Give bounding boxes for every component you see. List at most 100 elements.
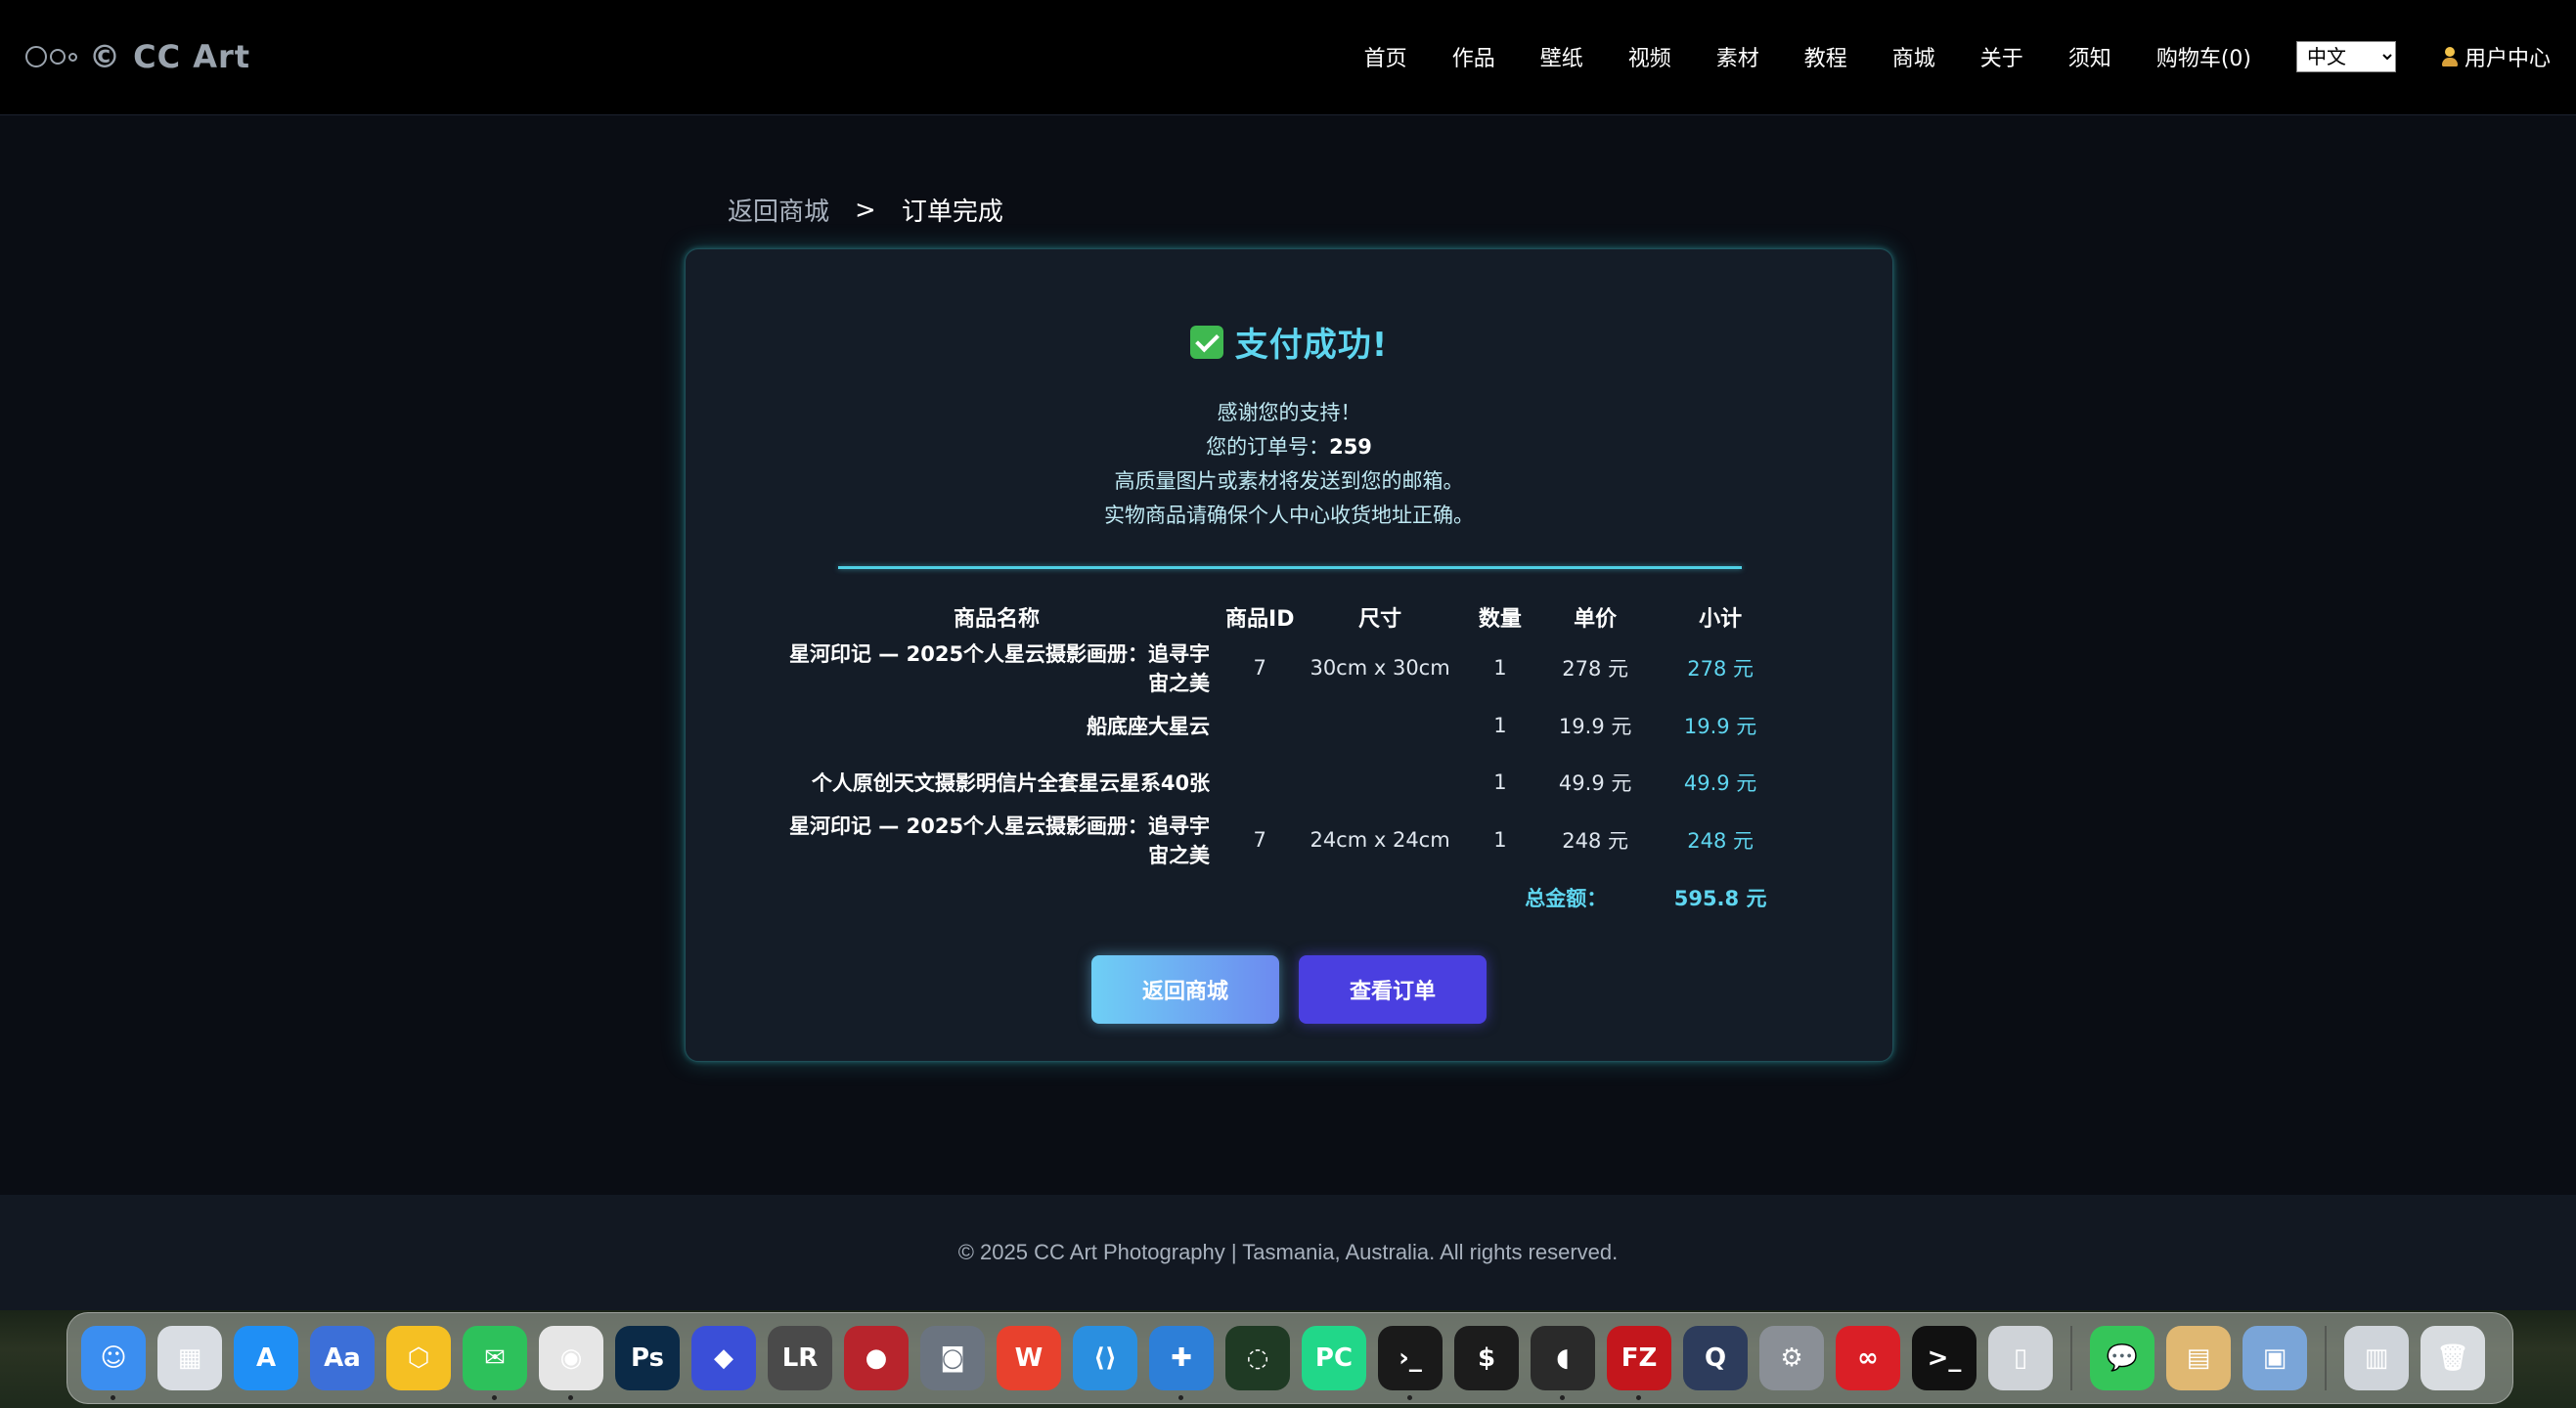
trash-icon[interactable]: 🗑 xyxy=(2421,1326,2485,1390)
wechat-icon[interactable]: ✉ xyxy=(463,1326,527,1400)
cell-quantity: 1 xyxy=(1493,656,1507,680)
table-row: 个人原创天文摄影明信片全套星云星系40张 1 49.9 元 49.9 元 xyxy=(783,754,1800,811)
order-number-line: 您的订单号：259 xyxy=(686,430,1892,464)
elephant-app-icon[interactable]: ◖ xyxy=(1531,1326,1595,1400)
chrome-icon-glyph: ◉ xyxy=(559,1343,583,1373)
quicktime-icon[interactable]: Q xyxy=(1683,1326,1748,1390)
nav-cart[interactable]: 购物车(0) xyxy=(2156,41,2251,72)
plus-app-icon[interactable]: ✚ xyxy=(1149,1326,1214,1400)
header-product-name: 商品名称 xyxy=(954,607,1041,632)
cell-size: 24cm x 24cm xyxy=(1310,828,1450,852)
creative-cloud-icon[interactable]: ∞ xyxy=(1836,1326,1900,1390)
nav-about[interactable]: 关于 xyxy=(1980,41,2023,72)
breadcrumb-current: 订单完成 xyxy=(901,198,1003,227)
system-settings-icon[interactable]: ⚙ xyxy=(1759,1326,1824,1390)
lrtimelapse-icon[interactable]: LR xyxy=(768,1326,832,1390)
nav-assets[interactable]: 素材 xyxy=(1716,41,1759,72)
cell-subtotal: 19.9 元 xyxy=(1683,715,1757,738)
back-to-shop-button[interactable]: 返回商城 xyxy=(1091,955,1279,1024)
photoshop-icon-glyph: Ps xyxy=(630,1343,665,1373)
filezilla-icon-glyph: FZ xyxy=(1621,1343,1658,1373)
nav-wallpaper[interactable]: 壁纸 xyxy=(1540,41,1583,72)
finder-icon[interactable]: ☺ xyxy=(81,1326,146,1400)
terminal-pink-icon-glyph: ›_ xyxy=(1399,1343,1422,1373)
loader-app-icon[interactable]: ◌ xyxy=(1225,1326,1290,1390)
nav-notice[interactable]: 须知 xyxy=(2068,41,2111,72)
cell-quantity: 1 xyxy=(1493,714,1507,737)
user-center-link[interactable]: 用户中心 xyxy=(2441,41,2551,72)
filezilla-icon[interactable]: FZ xyxy=(1607,1326,1671,1400)
cell-size: 30cm x 30cm xyxy=(1310,656,1450,680)
nav-shop[interactable]: 商城 xyxy=(1892,41,1935,72)
nav-home[interactable]: 首页 xyxy=(1364,41,1407,72)
main-nav: 首页 作品 壁纸 视频 素材 教程 商城 关于 须知 购物车(0) 中文 用户中… xyxy=(1364,33,2551,80)
header-quantity: 数量 xyxy=(1478,607,1522,632)
loader-app-icon-glyph: ◌ xyxy=(1246,1343,1269,1373)
total-row: 总金额： 595.8 元 xyxy=(783,869,1800,926)
order-number: 259 xyxy=(1329,435,1372,459)
photoshop-icon[interactable]: Ps xyxy=(615,1326,680,1390)
launchpad-icon[interactable]: ▦ xyxy=(157,1326,222,1390)
action-buttons: 返回商城 查看订单 xyxy=(686,955,1892,1024)
cell-unit-price: 248 元 xyxy=(1562,829,1629,853)
terminal-dark-icon[interactable]: >_ xyxy=(1912,1326,1976,1390)
nav-tutorials[interactable]: 教程 xyxy=(1804,41,1847,72)
messages-icon[interactable]: 💬 xyxy=(2090,1326,2154,1390)
total-amount: 595.8 元 xyxy=(1673,887,1767,910)
archive-icon[interactable]: ▤ xyxy=(2166,1326,2231,1390)
downloads-folder-icon[interactable]: ▥ xyxy=(2344,1326,2409,1390)
breadcrumb-back-shop[interactable]: 返回商城 xyxy=(728,192,829,228)
header-subtotal: 小计 xyxy=(1699,607,1743,632)
top-nav-bar: © CC Art 首页 作品 壁纸 视频 素材 教程 商城 关于 须知 购物车(… xyxy=(0,0,2576,115)
terminal-pink-icon[interactable]: ›_ xyxy=(1378,1326,1443,1400)
camera-app-icon[interactable]: ◙ xyxy=(920,1326,985,1390)
cell-quantity: 1 xyxy=(1493,828,1507,852)
chrome-icon[interactable]: ◉ xyxy=(539,1326,603,1400)
app-store-icon[interactable]: A xyxy=(234,1326,298,1390)
preview-icon-glyph: ▣ xyxy=(2262,1343,2287,1373)
elephant-app-icon-glyph: ◖ xyxy=(1556,1343,1570,1373)
cell-product-id xyxy=(1210,754,1310,811)
terminal-icon[interactable]: $ xyxy=(1454,1326,1519,1390)
breadcrumb-separator: > xyxy=(855,195,876,225)
notes-app-icon[interactable]: ⬡ xyxy=(386,1326,451,1390)
wps-icon-glyph: W xyxy=(1014,1343,1044,1373)
messages-icon-glyph: 💬 xyxy=(2106,1343,2139,1373)
crystal-app-icon[interactable]: ◆ xyxy=(691,1326,756,1390)
success-messages: 感谢您的支持！ 您的订单号：259 高质量图片或素材将发送到您的邮箱。 实物商品… xyxy=(686,396,1892,533)
notes-app-icon-glyph: ⬡ xyxy=(407,1343,430,1373)
lrtimelapse-icon-glyph: LR xyxy=(781,1343,819,1373)
dictionary-icon[interactable]: Aa xyxy=(310,1326,375,1390)
dock-separator xyxy=(2070,1326,2072,1390)
creative-cloud-icon-glyph: ∞ xyxy=(1857,1343,1879,1373)
quicktime-icon-glyph: Q xyxy=(1704,1343,1727,1373)
nav-works[interactable]: 作品 xyxy=(1452,41,1495,72)
cell-subtotal: 248 元 xyxy=(1687,829,1754,853)
site-logo[interactable]: © CC Art xyxy=(25,35,250,78)
iphone-mirroring-icon[interactable]: ▯ xyxy=(1988,1326,2053,1390)
header-product-id: 商品ID xyxy=(1225,607,1295,632)
iphone-mirroring-icon-glyph: ▯ xyxy=(2013,1343,2028,1373)
cell-subtotal: 278 元 xyxy=(1687,657,1754,681)
cell-product-id: 7 xyxy=(1253,828,1266,852)
vscode-icon[interactable]: ⟨⟩ xyxy=(1073,1326,1137,1390)
wps-icon[interactable]: W xyxy=(997,1326,1061,1390)
table-header-row: 商品名称 商品ID 尺寸 数量 单价 小计 xyxy=(783,595,1800,638)
app-store-icon-glyph: A xyxy=(255,1343,277,1373)
language-select[interactable]: 中文 xyxy=(2295,41,2396,72)
nav-video[interactable]: 视频 xyxy=(1628,41,1671,72)
photo-app-icon[interactable]: ● xyxy=(844,1326,909,1390)
view-orders-button[interactable]: 查看订单 xyxy=(1299,955,1487,1024)
finder-icon-glyph: ☺ xyxy=(100,1343,127,1373)
cell-product-name: 星河印记 — 2025个人星云摄影画册：追寻宇宙之美 xyxy=(788,814,1211,867)
preview-icon[interactable]: ▣ xyxy=(2243,1326,2307,1390)
check-mark-icon xyxy=(1189,325,1223,359)
email-note: 高质量图片或素材将发送到您的邮箱。 xyxy=(1114,469,1464,493)
cell-product-id: 7 xyxy=(1253,656,1266,680)
pycharm-icon[interactable]: PC xyxy=(1302,1326,1366,1390)
cell-size xyxy=(1310,697,1449,754)
cell-product-name: 星河印记 — 2025个人星云摄影画册：追寻宇宙之美 xyxy=(788,642,1211,695)
plus-app-icon-glyph: ✚ xyxy=(1171,1343,1192,1373)
table-row: 星河印记 — 2025个人星云摄影画册：追寻宇宙之美 7 24cm x 24cm… xyxy=(783,811,1800,869)
site-footer: © 2025 CC Art Photography | Tasmania, Au… xyxy=(0,1195,2576,1310)
